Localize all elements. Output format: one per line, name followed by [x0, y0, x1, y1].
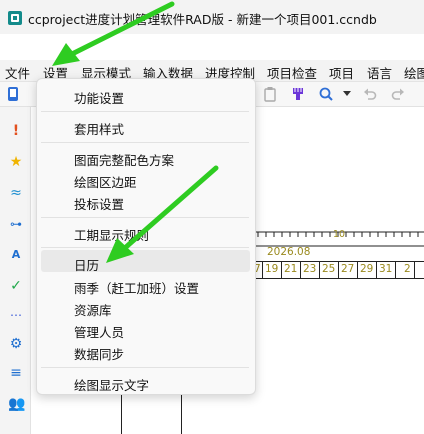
- exclamation-icon[interactable]: !: [8, 123, 24, 139]
- day-divider: [319, 262, 320, 278]
- week-marker: 10: [333, 229, 346, 240]
- menu-separator: [41, 142, 249, 143]
- day-label: 2: [404, 263, 411, 275]
- menu-item-bid-settings[interactable]: 投标设置: [74, 194, 124, 213]
- menu-file[interactable]: 文件: [5, 63, 30, 82]
- menu-item-drawing-margins[interactable]: 绘图区边距: [74, 172, 137, 191]
- menu-item-color-scheme[interactable]: 图面完整配色方案: [74, 150, 174, 169]
- day-divider: [376, 262, 377, 278]
- window-title: ccproject进度计划管理软件RAD版 - 新建一个项目001.ccndb: [28, 12, 377, 27]
- mobile-icon[interactable]: [6, 86, 20, 102]
- wave-icon[interactable]: ≈: [8, 185, 24, 201]
- menu-item-function-settings[interactable]: 功能设置: [74, 88, 124, 107]
- day-label: 29: [360, 263, 374, 275]
- day-divider: [414, 262, 415, 278]
- day-label: 21: [284, 263, 298, 275]
- menu-separator: [41, 111, 249, 112]
- day-divider: [262, 262, 263, 278]
- day-label: 27: [341, 263, 355, 275]
- star-icon[interactable]: ★: [8, 154, 24, 170]
- dots-icon[interactable]: ⋯: [8, 307, 24, 323]
- menu-item-managers[interactable]: 管理人员: [74, 322, 124, 341]
- menu-hover-highlight: [41, 250, 250, 272]
- paste-icon[interactable]: [262, 86, 278, 102]
- menu-separator: [41, 367, 249, 368]
- settings-dropdown-menu: 功能设置 套用样式 图面完整配色方案 绘图区边距 投标设置 工期显示规则 日历 …: [36, 78, 256, 395]
- day-label: 19: [265, 263, 279, 275]
- search-icon[interactable]: [318, 86, 334, 102]
- day-row: 7 19 21 23 25 27 29 31 2: [254, 261, 424, 279]
- app-icon: [8, 11, 22, 25]
- day-divider: [281, 262, 282, 278]
- day-label: 25: [322, 263, 336, 275]
- menu-item-resource-library[interactable]: 资源库: [74, 300, 112, 319]
- menu-item-calendar[interactable]: 日历: [74, 255, 99, 274]
- menu-item-apply-style[interactable]: 套用样式: [74, 119, 124, 138]
- gear-icon[interactable]: ⚙: [8, 336, 24, 352]
- menu-item-duration-display-rules[interactable]: 工期显示规则: [74, 225, 149, 244]
- day-divider: [357, 262, 358, 278]
- menu-item-data-sync[interactable]: 数据同步: [74, 344, 124, 363]
- day-divider: [338, 262, 339, 278]
- day-divider: [395, 262, 396, 278]
- menu-language[interactable]: 语言: [367, 63, 392, 82]
- left-sidebar: ! ★ ≈ ⊶ A ✓ ⋯ ⚙ ≡ 👥: [0, 107, 31, 434]
- menu-item-rainy-season-settings[interactable]: 雨季（赶工加班）设置: [74, 278, 199, 297]
- menu-separator: [41, 217, 249, 218]
- sort-icon[interactable]: ≡: [8, 365, 24, 381]
- day-divider: [300, 262, 301, 278]
- redo-icon[interactable]: [391, 87, 405, 101]
- menu-item-drawing-display-text[interactable]: 绘图显示文字: [74, 375, 149, 394]
- brush-icon[interactable]: [290, 86, 306, 102]
- key-icon[interactable]: ⊶: [8, 216, 24, 232]
- users-icon[interactable]: 👥: [8, 396, 25, 412]
- day-label: 31: [379, 263, 393, 275]
- menu-project-check[interactable]: 项目检查: [267, 63, 317, 82]
- grid-line: [181, 394, 182, 434]
- month-label: 2026.08: [267, 246, 311, 258]
- day-label: 23: [303, 263, 317, 275]
- chevron-down-icon[interactable]: [343, 91, 351, 97]
- menu-drawing[interactable]: 绘图: [404, 63, 424, 82]
- text-format-icon[interactable]: A: [8, 247, 24, 263]
- grid-line: [121, 394, 122, 434]
- menu-separator: [41, 247, 249, 248]
- check-icon[interactable]: ✓: [8, 278, 24, 294]
- undo-icon[interactable]: [363, 87, 377, 101]
- menu-project[interactable]: 项目: [329, 63, 354, 82]
